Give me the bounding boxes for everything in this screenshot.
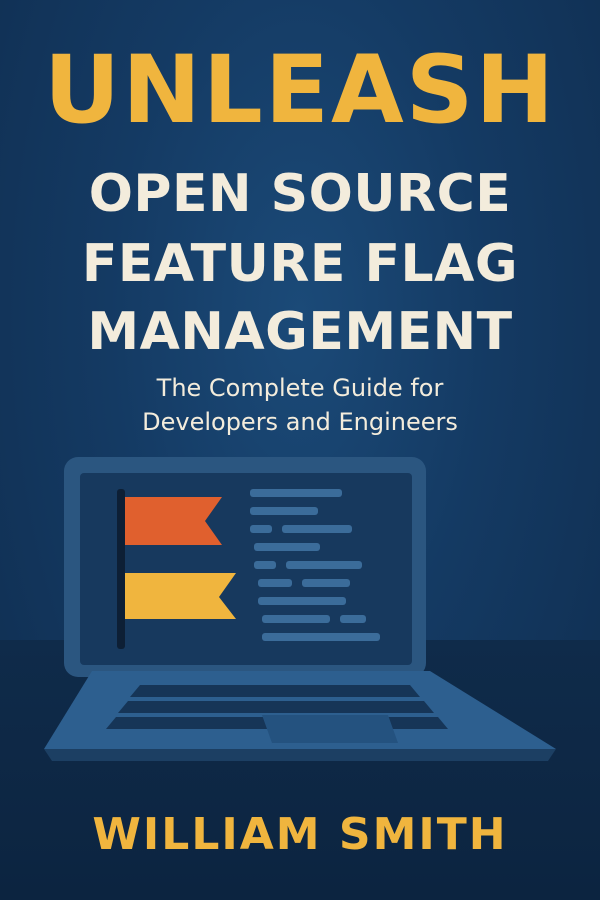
title-line-2: FEATURE FLAG <box>81 234 519 294</box>
subtitle-line-2: Developers and Engineers <box>142 408 458 436</box>
title-line-3: MANAGEMENT <box>87 302 513 362</box>
author-name: WILLIAM SMITH <box>92 809 508 860</box>
book-cover: UNLEASH OPEN SOURCE FEATURE FLAG MANAGEM… <box>0 0 600 900</box>
subtitle-line-1: The Complete Guide for <box>156 374 444 402</box>
trackpad <box>262 715 398 743</box>
laptop-icon <box>44 457 556 761</box>
flag-yellow <box>125 573 236 619</box>
title-line-1: OPEN SOURCE <box>88 164 512 224</box>
title-main: UNLEASH <box>43 36 557 145</box>
flag-pole <box>117 489 125 649</box>
laptop-base-edge <box>44 749 556 761</box>
